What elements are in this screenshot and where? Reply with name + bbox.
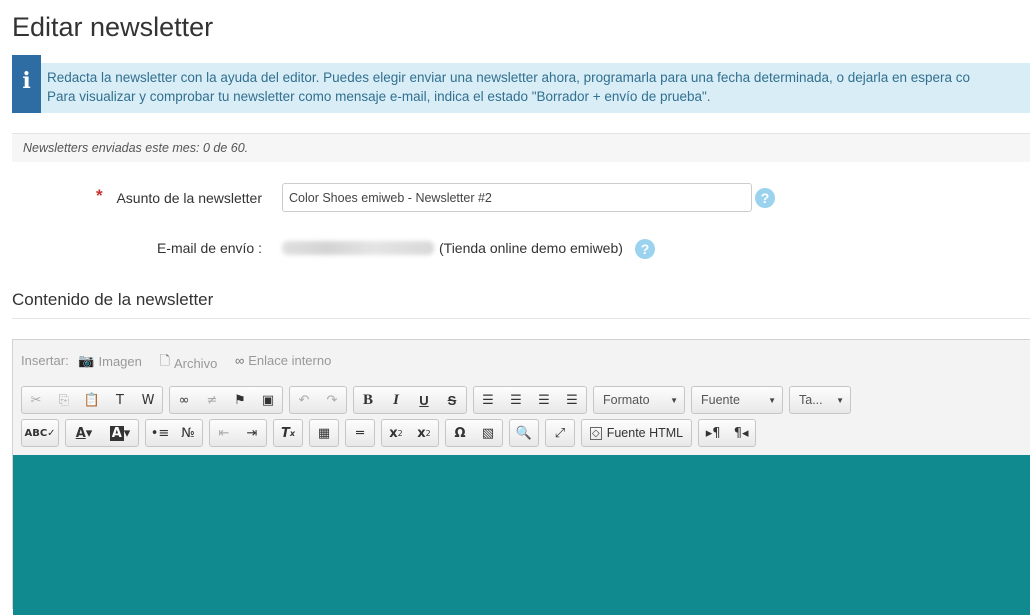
cut-icon[interactable]: ✂: [22, 387, 50, 413]
toolbar-row-2: ABC✓ A ▾ A ▾ •≡ № ⇤ ⇥ Tx ▦ ═ x2 x2 Ω ▧ 🔍…: [21, 419, 757, 447]
source-html-button[interactable]: ◇ Fuente HTML: [582, 420, 691, 446]
subject-input[interactable]: [282, 183, 752, 212]
camera-icon: 📷: [78, 353, 95, 368]
paste-word-icon[interactable]: W: [134, 387, 162, 413]
bold-icon[interactable]: B: [354, 387, 382, 413]
copy-icon[interactable]: ⎘: [50, 387, 78, 413]
chevron-down-icon: ▼: [768, 395, 776, 405]
indent-icon[interactable]: ⇥: [238, 420, 266, 446]
toolbar-row-1: ✂ ⎘ 📋 T W ∞ ≠ ⚑ ▣ ↶ ↷ B I U S ☰ ☰ ☰ ☰ Fo…: [21, 386, 851, 414]
format-label: Formato: [603, 393, 650, 407]
newsletter-stats: Newsletters enviadas este mes: 0 de 60.: [12, 133, 1030, 162]
background-color-icon[interactable]: A ▾: [102, 420, 138, 446]
insert-bar: Insertar: 📷 Imagen 🗋 Archivo ∞ Enlace in…: [21, 352, 345, 374]
bulleted-list-icon[interactable]: •≡: [146, 420, 174, 446]
paste-text-icon[interactable]: T: [106, 387, 134, 413]
rich-text-editor: Insertar: 📷 Imagen 🗋 Archivo ∞ Enlace in…: [12, 339, 1030, 615]
spellcheck-icon[interactable]: ABC✓: [22, 420, 58, 446]
preview-icon[interactable]: 🔍: [510, 420, 538, 446]
basic-style-group: B I U S: [353, 386, 467, 414]
bidi-group: ▸¶ ¶◂: [698, 419, 757, 447]
preview-group: 🔍: [509, 419, 539, 447]
image-icon[interactable]: ▣: [254, 387, 282, 413]
sender-email-blurred: [282, 241, 434, 255]
paste-icon[interactable]: 📋: [78, 387, 106, 413]
special-char-icon[interactable]: Ω: [446, 420, 474, 446]
rtl-icon[interactable]: ¶◂: [727, 420, 755, 446]
italic-icon[interactable]: I: [382, 387, 410, 413]
align-right-icon[interactable]: ☰: [530, 387, 558, 413]
insert-image-button[interactable]: 📷 Imagen: [78, 353, 142, 369]
align-group: ☰ ☰ ☰ ☰: [473, 386, 587, 414]
chevron-down-icon: ▼: [670, 395, 678, 405]
info-alert: i Redacta la newsletter con la ayuda del…: [12, 55, 1030, 113]
size-label: Ta...: [799, 393, 823, 407]
strikethrough-icon[interactable]: S: [438, 387, 466, 413]
horizontal-rule-icon[interactable]: ═: [346, 420, 374, 446]
content-section-title: Contenido de la newsletter: [12, 290, 214, 309]
info-icon: i: [12, 55, 41, 113]
info-line-1: Redacta la newsletter con la ayuda del e…: [47, 70, 971, 85]
insert-file-label: Archivo: [173, 355, 218, 371]
link-group: ∞ ≠ ⚑ ▣: [169, 386, 283, 414]
font-select[interactable]: Fuente ▼: [691, 386, 783, 414]
undo-icon[interactable]: ↶: [290, 387, 318, 413]
color-group: A ▾ A ▾: [65, 419, 139, 447]
email-help-icon[interactable]: ?: [635, 239, 655, 259]
remove-format-icon[interactable]: Tx: [274, 420, 302, 446]
clear-format-group: Tx: [273, 419, 303, 447]
superscript-icon[interactable]: x2: [410, 420, 438, 446]
insert-image-label: Imagen: [98, 353, 142, 369]
editor-canvas[interactable]: [13, 455, 1030, 615]
numbered-list-icon[interactable]: №: [174, 420, 202, 446]
align-left-icon[interactable]: ☰: [474, 387, 502, 413]
insert-label: Insertar:: [21, 353, 69, 368]
special-group: Ω ▧: [445, 419, 503, 447]
underline-icon[interactable]: U: [410, 387, 438, 413]
table-icon[interactable]: ▦: [310, 420, 338, 446]
align-justify-icon[interactable]: ☰: [558, 387, 586, 413]
list-group: •≡ №: [145, 419, 203, 447]
section-divider: [12, 318, 1030, 319]
insert-internal-link-label: Enlace interno: [248, 353, 332, 368]
size-select[interactable]: Ta... ▼: [789, 386, 851, 414]
clipboard-group: ✂ ⎘ 📋 T W: [21, 386, 163, 414]
text-color-icon[interactable]: A ▾: [66, 420, 102, 446]
insert-file-button[interactable]: 🗋 Archivo: [160, 352, 218, 374]
ltr-icon[interactable]: ▸¶: [699, 420, 727, 446]
unlink-icon[interactable]: ≠: [198, 387, 226, 413]
link-icon[interactable]: ∞: [170, 387, 198, 413]
subject-label: Asunto de la newsletter: [116, 190, 262, 206]
align-center-icon[interactable]: ☰: [502, 387, 530, 413]
chevron-down-icon: ▼: [836, 395, 844, 405]
file-icon: 🗋: [159, 353, 170, 368]
sender-store-name: (Tienda online demo emiweb): [439, 240, 623, 256]
subject-help-icon[interactable]: ?: [755, 188, 775, 208]
history-group: ↶ ↷: [289, 386, 347, 414]
info-line-2: Para visualizar y comprobar tu newslette…: [47, 89, 711, 104]
redo-icon[interactable]: ↷: [318, 387, 346, 413]
font-label: Fuente: [701, 393, 740, 407]
spellcheck-group: ABC✓: [21, 419, 59, 447]
maximize-icon[interactable]: ⤢: [546, 420, 574, 446]
embed-icon[interactable]: ▧: [474, 420, 502, 446]
insert-internal-link-button[interactable]: ∞ Enlace interno: [235, 353, 331, 368]
source-group: ◇ Fuente HTML: [581, 419, 693, 447]
indent-group: ⇤ ⇥: [209, 419, 267, 447]
table-group: ▦: [309, 419, 339, 447]
script-group: x2 x2: [381, 419, 439, 447]
hr-group: ═: [345, 419, 375, 447]
link-icon: ∞: [234, 353, 245, 368]
source-html-label: Fuente HTML: [606, 426, 684, 440]
info-text: Redacta la newsletter con la ayuda del e…: [47, 68, 970, 106]
subscript-icon[interactable]: x2: [382, 420, 410, 446]
source-icon: ◇: [590, 426, 602, 440]
email-label: E-mail de envío :: [156, 240, 262, 256]
anchor-flag-icon[interactable]: ⚑: [226, 387, 254, 413]
page-title: Editar newsletter: [12, 12, 214, 42]
format-select[interactable]: Formato ▼: [593, 386, 685, 414]
outdent-icon[interactable]: ⇤: [210, 420, 238, 446]
maximize-group: ⤢: [545, 419, 575, 447]
